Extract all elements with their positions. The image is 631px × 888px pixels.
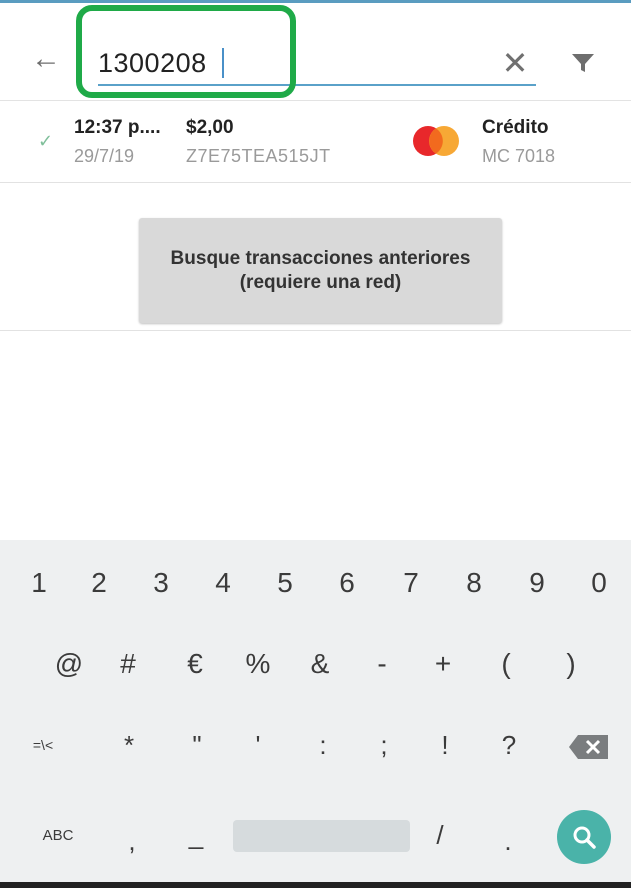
key-6[interactable]: 6 xyxy=(322,560,372,606)
key-period[interactable]: . xyxy=(488,818,528,864)
key-colon[interactable]: : xyxy=(298,722,348,768)
key-0[interactable]: 0 xyxy=(574,560,624,606)
search-icon[interactable] xyxy=(557,810,611,864)
backspace-icon[interactable] xyxy=(568,734,610,760)
card-number: MC 7018 xyxy=(482,146,556,166)
filter-icon[interactable] xyxy=(565,45,601,81)
key-euro[interactable]: € xyxy=(170,641,220,687)
key-hash[interactable]: # xyxy=(103,641,153,687)
key-double-quote[interactable]: " xyxy=(172,722,222,768)
transaction-time: 12:37 p.... xyxy=(74,117,161,138)
key-comma[interactable]: , xyxy=(112,818,152,864)
key-8[interactable]: 8 xyxy=(449,560,499,606)
search-older-transactions-button[interactable]: Busque transacciones anteriores (requier… xyxy=(139,218,502,323)
transaction-amount: $2,00 xyxy=(186,117,234,138)
key-more-symbols[interactable]: =\< xyxy=(18,722,68,768)
key-slash[interactable]: / xyxy=(420,812,460,858)
divider xyxy=(0,330,631,331)
key-question[interactable]: ? xyxy=(484,722,534,768)
screen-bottom-edge xyxy=(0,882,631,888)
key-at[interactable]: @ xyxy=(44,641,94,687)
transaction-id: Z7E75TEA515JT xyxy=(186,146,331,166)
key-underscore[interactable]: _ xyxy=(176,812,216,858)
transaction-row[interactable]: ✓ 12:37 p.... $2,00 29/7/19 Z7E75TEA515J… xyxy=(0,101,631,183)
key-exclamation[interactable]: ! xyxy=(420,722,470,768)
key-percent[interactable]: % xyxy=(233,641,283,687)
transaction-date: 29/7/19 xyxy=(74,146,135,166)
key-open-paren[interactable]: ( xyxy=(481,641,531,687)
key-asterisk[interactable]: * xyxy=(104,722,154,768)
key-3[interactable]: 3 xyxy=(136,560,186,606)
key-abc[interactable]: ABC xyxy=(28,815,88,855)
key-1[interactable]: 1 xyxy=(14,560,64,606)
key-2[interactable]: 2 xyxy=(74,560,124,606)
back-arrow-icon[interactable]: ← xyxy=(28,41,64,77)
mastercard-icon xyxy=(413,126,459,156)
key-close-paren[interactable]: ) xyxy=(546,641,596,687)
key-ampersand[interactable]: & xyxy=(295,641,345,687)
key-single-quote[interactable]: ' xyxy=(233,722,283,768)
key-plus[interactable]: + xyxy=(418,641,468,687)
check-icon: ✓ xyxy=(38,131,54,151)
key-9[interactable]: 9 xyxy=(512,560,562,606)
card-type: Crédito xyxy=(482,117,549,138)
search-highlight-box xyxy=(76,5,296,98)
key-7[interactable]: 7 xyxy=(386,560,436,606)
key-minus[interactable]: - xyxy=(357,641,407,687)
key-4[interactable]: 4 xyxy=(198,560,248,606)
close-icon[interactable]: ✕ xyxy=(497,45,533,81)
key-semicolon[interactable]: ; xyxy=(359,722,409,768)
key-5[interactable]: 5 xyxy=(260,560,310,606)
space-key[interactable] xyxy=(233,820,410,852)
